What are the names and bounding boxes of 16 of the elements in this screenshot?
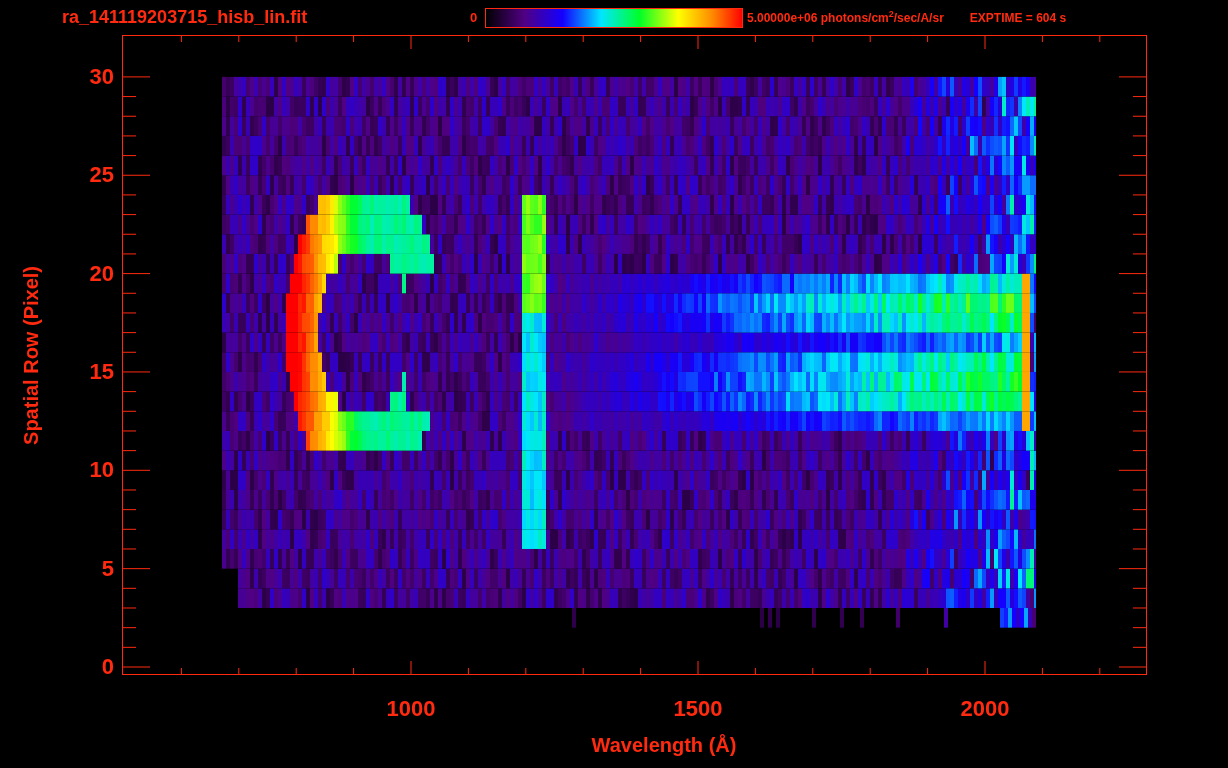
colorbar-min-label: 0 <box>470 8 479 27</box>
x-tick-label: 2000 <box>959 697 1011 721</box>
y-tick-label: 0 <box>101 655 114 679</box>
x-tick-label: 1500 <box>672 697 724 721</box>
y-axis-label: Spatial Row (Pixel) <box>19 265 43 445</box>
y-tick-label: 5 <box>101 556 114 581</box>
y-tick-label: 10 <box>89 458 114 483</box>
y-tick-label: 25 <box>89 163 114 188</box>
colorbar-max-label: 5.00000e+06 photons/cm$^{2}$/sec/A/sr <box>747 8 944 27</box>
x-tick-label: 1000 <box>385 697 437 721</box>
file-title: ra_141119203715_hisb_lin.fit <box>62 6 309 29</box>
y-tick-label: 30 <box>89 64 114 89</box>
x-axis-label: Wavelength (Å) <box>591 733 737 758</box>
y-tick-label: 15 <box>89 359 114 384</box>
exposure-time: EXPTIME = 604 s <box>969 9 1067 27</box>
y-tick-label: 20 <box>89 261 114 286</box>
